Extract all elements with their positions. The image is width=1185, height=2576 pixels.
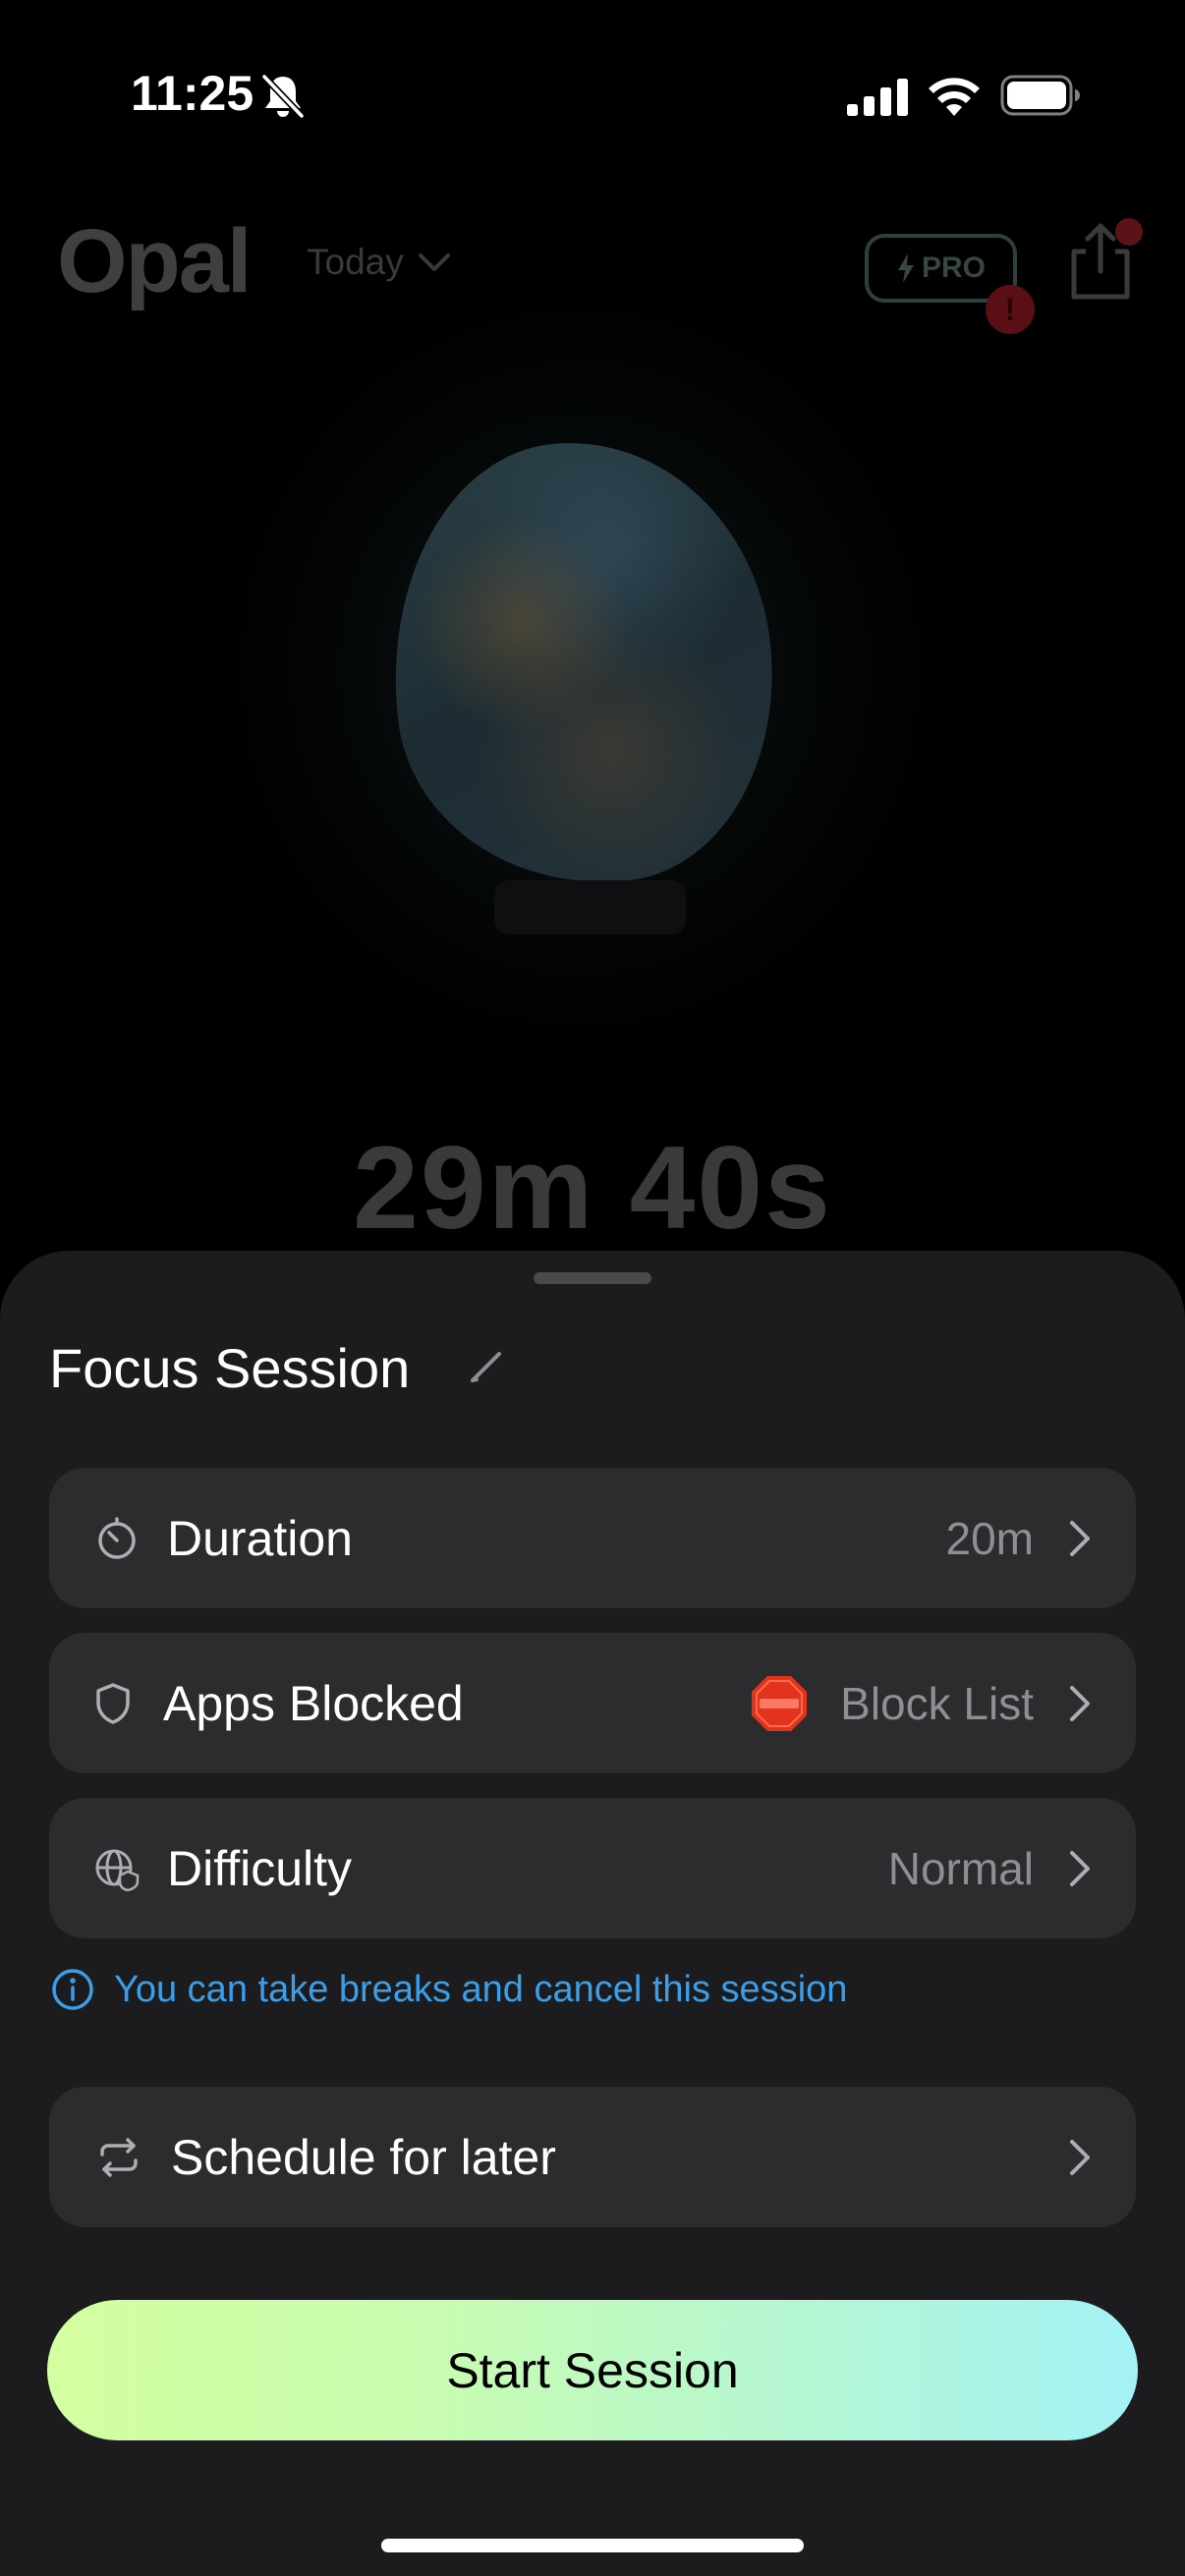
home-background: Opal Today PRO ! 29m 40s <box>0 0 1185 1277</box>
duration-row[interactable]: Duration 20m <box>49 1468 1136 1608</box>
difficulty-label: Difficulty <box>167 1840 353 1896</box>
schedule-row[interactable]: Schedule for later <box>49 2087 1136 2227</box>
pencil-icon[interactable] <box>468 1346 507 1385</box>
apps-blocked-label: Apps Blocked <box>163 1675 464 1731</box>
start-session-button[interactable]: Start Session <box>47 2300 1138 2440</box>
date-filter-label: Today <box>307 242 404 282</box>
apps-blocked-row[interactable]: Apps Blocked Block List <box>49 1633 1136 1773</box>
duration-label: Duration <box>167 1510 353 1566</box>
stop-sign-emoji-icon <box>752 1675 807 1731</box>
bolt-icon <box>897 253 914 283</box>
date-filter-dropdown[interactable]: Today <box>307 242 451 283</box>
session-info-note: You can take breaks and cancel this sess… <box>51 1968 847 2011</box>
cellular-signal-icon <box>847 79 908 116</box>
timer-display: 29m 40s <box>353 1122 832 1254</box>
chevron-right-icon <box>1070 2139 1090 2175</box>
chevron-right-icon <box>1070 1850 1090 1886</box>
shield-icon <box>96 1682 130 1724</box>
schedule-label: Schedule for later <box>171 2129 556 2185</box>
status-time: 11:25 <box>131 66 254 121</box>
difficulty-row[interactable]: Difficulty Normal <box>49 1798 1136 1938</box>
status-bar: 11:25 <box>0 0 1185 187</box>
sheet-title: Focus Session <box>49 1337 411 1399</box>
timer-icon <box>98 1516 136 1559</box>
globe-shield-icon <box>95 1849 140 1891</box>
chevron-right-icon <box>1070 1685 1090 1721</box>
repeat-icon <box>100 2137 138 2177</box>
duration-value: 20m <box>945 1512 1034 1564</box>
info-icon <box>52 1969 93 2010</box>
difficulty-value: Normal <box>887 1842 1034 1894</box>
battery-icon <box>1000 75 1080 116</box>
session-info-text: You can take breaks and cancel this sess… <box>114 1968 848 2010</box>
wifi-icon <box>929 78 980 116</box>
gem-pedestal <box>494 880 686 934</box>
alert-badge-icon: ! <box>986 285 1035 334</box>
pro-badge-label: PRO <box>921 252 986 284</box>
notification-dot <box>1115 218 1143 246</box>
app-logo: Opal <box>57 211 252 311</box>
apps-blocked-value: Block List <box>840 1677 1034 1729</box>
chevron-right-icon <box>1070 1520 1090 1556</box>
sheet-grabber[interactable] <box>534 1272 651 1284</box>
home-indicator <box>381 2539 804 2552</box>
bell-slash-icon <box>261 74 305 119</box>
chevron-down-icon <box>418 253 450 271</box>
